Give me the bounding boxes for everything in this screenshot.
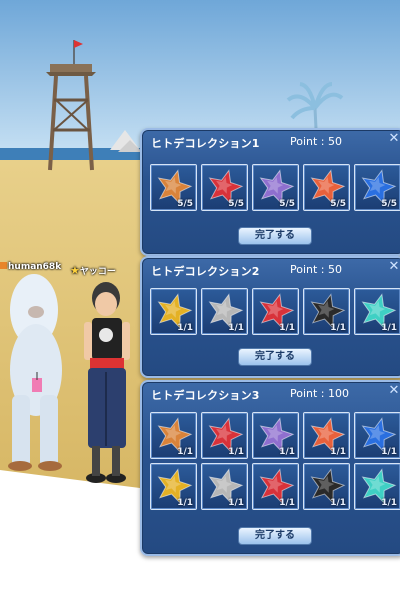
collection-panel-1: ヒトデコレクション1 Point : 50 ✕ 5/5 5/5 5/5 5/5 5/5 … [140,128,400,256]
starfish-slot[interactable]: 5/5 [252,164,299,211]
panel-title: ヒトデコレクション2 [151,265,260,278]
starfish-slot[interactable]: 1/1 [252,288,299,335]
starfish-slot[interactable]: 1/1 [354,412,400,459]
starfish-slot[interactable]: 1/1 [303,288,350,335]
player-name: ヤッコー [79,267,116,277]
starfish-slot[interactable]: 1/1 [354,288,400,335]
starfish-slot[interactable]: 1/1 [252,412,299,459]
starfish-slot[interactable]: 1/1 [252,463,299,510]
starfish-slot[interactable]: 1/1 [303,412,350,459]
complete-button[interactable]: 完了する [238,527,312,545]
player-name-tag[interactable]: human68k [0,262,61,272]
item-count: 5/5 [279,199,295,209]
item-count: 1/1 [330,498,346,508]
item-count: 1/1 [228,447,244,457]
item-count: 1/1 [177,447,193,457]
starfish-slot[interactable]: 5/5 [303,164,350,211]
item-count: 5/5 [228,199,244,209]
item-count: 1/1 [330,447,346,457]
complete-button[interactable]: 完了する [238,227,312,245]
item-count: 1/1 [279,498,295,508]
starfish-slot[interactable]: 1/1 [201,288,248,335]
close-icon[interactable]: ✕ [387,132,400,146]
starfish-slot[interactable]: 5/5 [354,164,400,211]
game-scene: human68k ★ヤッコー ヒトデコレクション1 Point : 50 ✕ 5… [0,0,400,600]
panel-title: ヒトデコレクション1 [151,137,260,150]
item-count: 5/5 [330,199,346,209]
starfish-slot[interactable]: 5/5 [201,164,248,211]
panel-title: ヒトデコレクション3 [151,389,260,402]
starfish-slot[interactable]: 1/1 [201,412,248,459]
close-icon[interactable]: ✕ [387,260,400,274]
starfish-slot[interactable]: 1/1 [303,463,350,510]
item-count: 5/5 [177,199,193,209]
collection-panel-2: ヒトデコレクション2 Point : 50 ✕ 1/1 1/1 1/1 1/1 1/1 … [140,256,400,378]
starfish-slot[interactable]: 1/1 [150,288,197,335]
player-name: human68k [8,262,62,272]
starfish-slot[interactable]: 1/1 [150,412,197,459]
item-count: 1/1 [381,498,397,508]
complete-button[interactable]: 完了する [238,348,312,366]
item-count: 1/1 [381,447,397,457]
starfish-slot[interactable]: 1/1 [354,463,400,510]
panel-header: ヒトデコレクション2 Point : 50 ✕ [142,258,400,284]
guild-icon [0,262,7,269]
collection-panel-3: ヒトデコレクション3 Point : 100 ✕ 1/1 1/1 1/1 1/1 1/1… [140,380,400,556]
panel-points: Point : 100 [290,387,350,400]
starfish-slot[interactable]: 1/1 [201,463,248,510]
starfish-slot[interactable]: 1/1 [150,463,197,510]
panel-header: ヒトデコレクション1 Point : 50 ✕ [142,130,400,156]
panel-points: Point : 50 [290,263,343,276]
item-count: 1/1 [279,323,295,333]
close-icon[interactable]: ✕ [387,384,400,398]
item-count: 1/1 [279,447,295,457]
panel-points: Point : 50 [290,135,343,148]
star-icon: ★ [70,264,80,277]
item-count: 1/1 [177,498,193,508]
item-count: 1/1 [381,323,397,333]
panel-header: ヒトデコレクション3 Point : 100 ✕ [142,382,400,408]
item-count: 1/1 [228,498,244,508]
item-count: 5/5 [381,199,397,209]
player-name-tag[interactable]: ★ヤッコー [70,264,116,277]
item-count: 1/1 [330,323,346,333]
item-count: 1/1 [228,323,244,333]
starfish-slot[interactable]: 5/5 [150,164,197,211]
item-count: 1/1 [177,323,193,333]
